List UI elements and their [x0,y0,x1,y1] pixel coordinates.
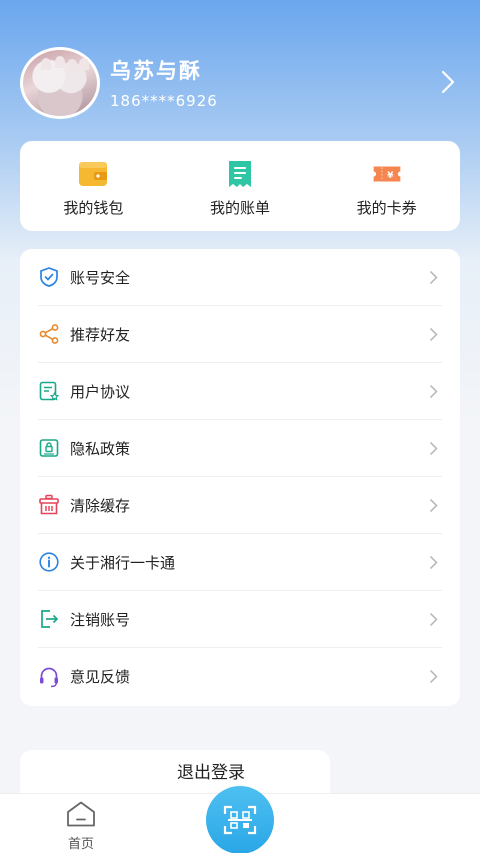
coupon-label: 我的卡券 [356,199,417,217]
chevron-right-icon [429,555,438,570]
bill-button[interactable]: 我的账单 [167,141,314,231]
tab-home-label: 首页 [67,837,94,852]
menu-label: 用户协议 [70,382,131,401]
menu-item-feedback[interactable]: 意见反馈 [38,648,442,705]
chevron-right-icon [429,669,438,684]
logout-button[interactable]: 退出登录 [20,750,330,796]
menu-item-delete-account[interactable]: 注销账号 [38,591,442,648]
wallet-label: 我的钱包 [63,199,124,217]
chevron-right-icon [429,384,438,399]
clear-cache-icon [39,494,59,515]
menu-item-clear-cache[interactable]: 清除缓存 [38,477,442,534]
info-icon [39,552,59,572]
profile-header[interactable]: 乌苏与酥 186****6926 [20,46,460,120]
agreement-icon [39,381,60,401]
menu-label: 隐私政策 [70,439,131,458]
user-phone: 186****6926 [110,92,218,110]
chevron-right-icon [429,612,438,627]
menu-item-account-security[interactable]: 账号安全 [38,249,442,306]
menu-label: 关于湘行一卡通 [70,553,176,572]
menu-item-recommend-friend[interactable]: 推荐好友 [38,306,442,363]
scan-button[interactable] [206,786,274,853]
user-nickname: 乌苏与酥 [110,59,202,83]
menu-label: 推荐好友 [70,325,131,344]
avatar[interactable] [20,47,100,119]
chevron-right-icon [429,327,438,342]
menu-item-user-agreement[interactable]: 用户协议 [38,363,442,420]
menu-label: 意见反馈 [70,668,131,686]
privacy-icon [39,439,59,457]
menu-item-about[interactable]: 关于湘行一卡通 [38,534,442,591]
menu-label: 清除缓存 [70,496,131,515]
coupon-button[interactable]: ¥ 我的卡券 [313,141,460,231]
logout-account-icon [41,610,59,628]
menu-label: 账号安全 [70,268,131,287]
scan-icon [223,805,257,835]
wallet-button[interactable]: 我的钱包 [20,141,167,231]
chevron-right-icon [429,498,438,513]
wallet-icon [79,162,108,186]
bill-icon [229,161,251,187]
menu-label: 注销账号 [70,610,131,629]
settings-menu: 账号安全 推荐好友 用户协议 隐私政策 清除缓存 关于湘行一卡通 注销账号 意见… [20,249,460,706]
bill-label: 我的账单 [210,199,271,217]
chevron-right-icon [429,270,438,285]
svg-text:¥: ¥ [387,170,394,181]
headset-icon [40,667,58,687]
tab-home[interactable]: 首页 [56,800,106,852]
shield-icon [40,267,58,287]
quick-actions-card: 我的钱包 我的账单 ¥ 我的卡券 [20,141,460,231]
chevron-right-icon [429,441,438,456]
share-icon [39,324,59,344]
coupon-icon: ¥ [373,166,401,182]
menu-item-privacy-policy[interactable]: 隐私政策 [38,420,442,477]
home-icon [67,801,95,827]
chevron-right-icon[interactable] [440,68,456,96]
